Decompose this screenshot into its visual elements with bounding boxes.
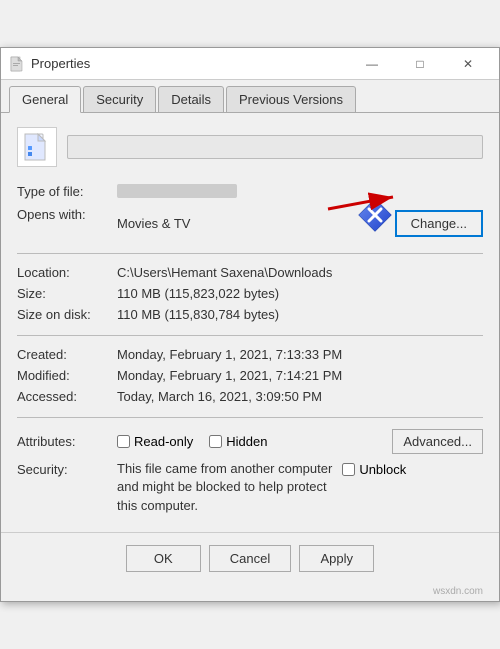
readonly-label: Read-only [134,434,193,449]
hidden-checkbox-item: Hidden [209,434,267,449]
size-on-disk-row: Size on disk: 110 MB (115,830,784 bytes) [17,304,483,325]
location-value: C:\Users\Hemant Saxena\Downloads [117,262,483,283]
created-label: Created: [17,344,117,365]
opens-with-row: Movies & TV [117,207,483,240]
title-bar-controls: — □ ✕ [349,49,491,79]
location-table: Location: C:\Users\Hemant Saxena\Downloa… [17,262,483,325]
file-icon-box [17,127,57,167]
size-row: Size: 110 MB (115,823,022 bytes) [17,283,483,304]
size-on-disk-label: Size on disk: [17,304,117,325]
security-text: This file came from another computerand … [117,460,332,515]
bottom-buttons: OK Cancel Apply [1,532,499,584]
readonly-checkbox[interactable] [117,435,130,448]
window-title: Properties [31,56,90,71]
opens-with-label: Opens with: [17,204,117,243]
size-on-disk-value: 110 MB (115,830,784 bytes) [117,304,483,325]
created-row: Created: Monday, February 1, 2021, 7:13:… [17,344,483,365]
modified-value: Monday, February 1, 2021, 7:14:21 PM [117,365,483,386]
tab-security[interactable]: Security [83,86,156,112]
location-row: Location: C:\Users\Hemant Saxena\Downloa… [17,262,483,283]
attributes-label: Attributes: [17,434,117,449]
file-header [17,127,483,167]
security-label: Security: [17,460,117,477]
separator-3 [17,417,483,418]
title-bar-left: Properties [9,56,90,72]
type-of-file-row: Type of file: [17,181,483,204]
checkbox-group: Read-only Hidden [117,434,392,449]
file-info-table: Type of file: Opens with: Movies & TV [17,181,483,243]
separator-2 [17,335,483,336]
accessed-value: Today, March 16, 2021, 3:09:50 PM [117,386,483,407]
red-arrow-indicator [323,189,403,222]
tab-content: Type of file: Opens with: Movies & TV [1,113,499,532]
watermark: wsxdn.com [1,584,499,601]
security-row: Security: This file came from another co… [17,457,483,518]
unblock-label: Unblock [359,462,406,477]
advanced-button[interactable]: Advanced... [392,429,483,454]
file-small-icon [9,56,25,72]
attributes-row: Attributes: Read-only Hidden Advanced... [17,426,483,457]
modified-row: Modified: Monday, February 1, 2021, 7:14… [17,365,483,386]
modified-label: Modified: [17,365,117,386]
close-button[interactable]: ✕ [445,49,491,79]
dates-table: Created: Monday, February 1, 2021, 7:13:… [17,344,483,407]
change-button[interactable]: Change... [395,210,483,237]
opens-with-row-tr: Opens with: Movies & TV [17,204,483,243]
size-value: 110 MB (115,823,022 bytes) [117,283,483,304]
type-of-file-value [117,184,237,198]
tab-general[interactable]: General [9,86,81,113]
location-label: Location: [17,262,117,283]
apply-button[interactable]: Apply [299,545,374,572]
readonly-checkbox-item: Read-only [117,434,193,449]
unblock-checkbox[interactable] [342,463,355,476]
accessed-label: Accessed: [17,386,117,407]
title-bar: Properties — □ ✕ [1,48,499,80]
type-of-file-label: Type of file: [17,181,117,204]
accessed-row: Accessed: Today, March 16, 2021, 3:09:50… [17,386,483,407]
created-value: Monday, February 1, 2021, 7:13:33 PM [117,344,483,365]
file-name-display [67,135,483,159]
security-content: This file came from another computerand … [117,460,483,515]
separator-1 [17,253,483,254]
properties-window: Properties — □ ✕ General Security Detail… [0,47,500,602]
maximize-button[interactable]: □ [397,49,443,79]
tab-details[interactable]: Details [158,86,224,112]
tab-previous-versions[interactable]: Previous Versions [226,86,356,112]
ok-button[interactable]: OK [126,545,201,572]
minimize-button[interactable]: — [349,49,395,79]
unblock-group: Unblock [342,460,406,477]
cancel-button[interactable]: Cancel [209,545,291,572]
hidden-label: Hidden [226,434,267,449]
size-label: Size: [17,283,117,304]
hidden-checkbox[interactable] [209,435,222,448]
tab-bar: General Security Details Previous Versio… [1,80,499,113]
